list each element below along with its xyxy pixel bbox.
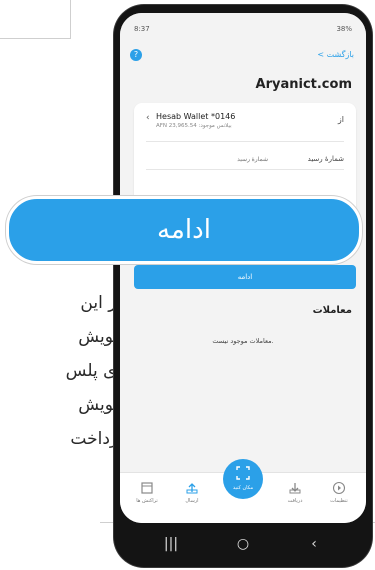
upload-icon [186,483,198,494]
back-button[interactable]: < بازگشت [317,50,354,59]
background-text-line: دی پلس [65,361,124,381]
continue-button[interactable]: ادامه [134,265,356,289]
home-icon[interactable]: ○ [231,536,255,552]
transactions-title: معاملات [312,305,352,316]
page-title: Aryanict.com [255,77,352,92]
nav-label: تراکنش ها [136,498,158,504]
continue-callout[interactable]: ادامه [6,196,362,264]
nav-item-send[interactable]: ارسال [175,481,209,504]
bottom-nav: تراکنش ها ارسال مکان کنید دریافت تنظیمات [120,459,366,523]
nav-label: تنظیمات [330,498,348,504]
nav-label: ارسال [185,498,199,504]
receipt-input[interactable] [146,153,270,167]
scan-button[interactable]: مکان کنید [223,459,263,499]
scan-label: مکان کنید [232,485,254,491]
account-balance: AFN 23,965.54 :بیلانس موجود [156,123,232,129]
phone-screen: 8:37 38% ? < بازگشت Aryanict.com ‹ Hesab… [120,13,366,523]
receipt-label: شمارهٔ رسید [307,155,344,163]
nav-item-settings[interactable]: تنظیمات [322,481,356,504]
status-battery: 38% [336,25,352,33]
help-icon[interactable]: ? [130,49,142,61]
divider [146,141,344,142]
background-text-line: در این [80,293,124,313]
top-bar: ? < بازگشت [120,43,366,69]
play-circle-icon [332,481,346,495]
background-text-line: پرداخت [70,429,124,449]
nav-item-receive[interactable]: دریافت [278,481,312,504]
background-text-line: خویش [78,395,124,415]
history-icon [141,482,153,494]
qr-scan-icon [236,466,250,480]
nav-label: دریافت [287,498,303,504]
status-time: 8:37 [134,25,150,33]
chevron-left-icon[interactable]: ‹ [146,113,150,123]
phone-frame: 8:37 38% ? < بازگشت Aryanict.com ‹ Hesab… [114,5,372,567]
from-label: از [337,115,344,124]
background-text-line: خویش [78,327,124,347]
status-bar: 8:37 38% [120,13,366,43]
nav-item-transactions[interactable]: تراکنش ها [130,481,164,504]
background-card [0,0,71,39]
account-name[interactable]: Hesab Wallet *0146 [156,112,235,121]
recent-apps-icon[interactable]: ||| [159,536,183,552]
system-nav-bar: ||| ○ ‹ [114,523,372,567]
download-icon [289,483,301,494]
back-icon[interactable]: ‹ [302,536,326,552]
divider [146,169,344,170]
transactions-empty: معاملات موجود نیست. [212,337,274,345]
